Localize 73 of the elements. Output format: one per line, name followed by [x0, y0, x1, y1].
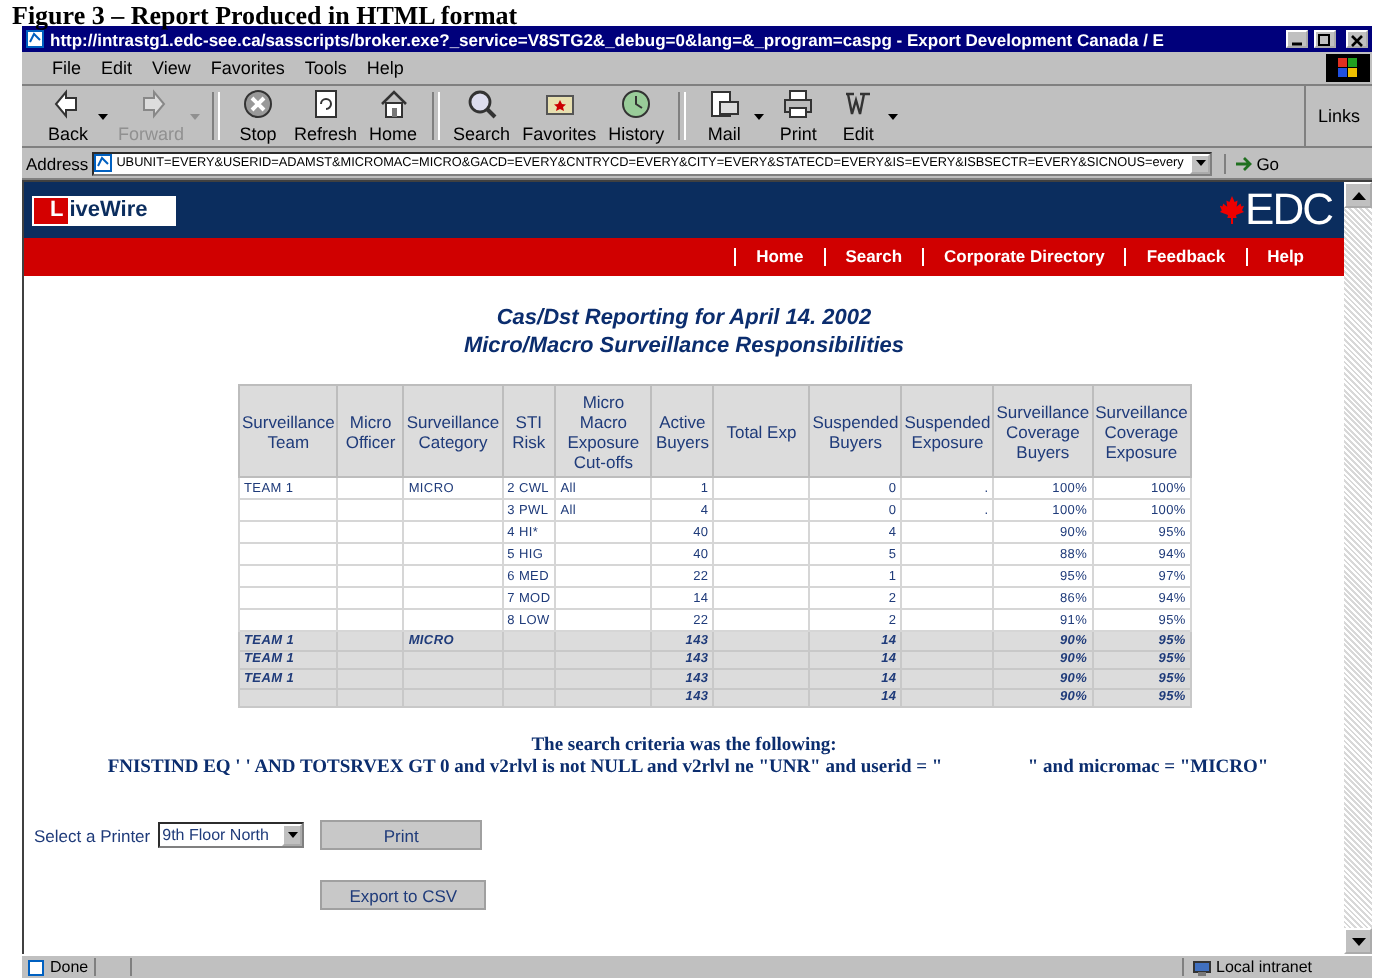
maple-leaf-icon	[1219, 196, 1244, 224]
close-icon	[1348, 31, 1366, 47]
column-header: Micro Macro Exposure Cut-offs	[555, 385, 652, 477]
nav-link[interactable]: Corporate Directory	[922, 248, 1125, 266]
column-header: Surveillance Coverage Exposure	[1092, 385, 1191, 477]
column-header: Surveillance Coverage Buyers	[993, 385, 1093, 477]
toolbar-button[interactable]: Favorites	[516, 88, 603, 144]
report-title: Cas/Dst Reporting for April 14. 2002	[496, 306, 872, 330]
arrow-icon	[1234, 155, 1253, 171]
menu-item[interactable]: Tools	[294, 58, 357, 78]
column-header: Surveillance Category	[403, 385, 503, 477]
menu-item[interactable]: Help	[356, 58, 414, 78]
window-title: http://intrastg1.edc-see.ca/sasscripts/broker.exe?_service=V8STG2&_debug=0&lang=&_program=caspg - Export Development Canada / E	[50, 29, 1166, 49]
nav-link[interactable]: Help	[1245, 248, 1324, 266]
printer-label: Select a Printer	[34, 825, 151, 845]
toolbar-button[interactable]: Edit	[828, 88, 889, 144]
network-icon	[1192, 959, 1212, 975]
nav-link[interactable]: Home	[734, 248, 824, 266]
column-header: Suspended Exposure	[901, 385, 994, 477]
report-subtitle: Micro/Macro Surveillance Responsibilities	[463, 334, 905, 358]
criteria-text: FNISTIND EQ ' ' AND TOTSRVEX GT 0 and v2rlvl is not NULL and v2rlvl ne "UNR" and userid = " " and micromac = "MICRO"	[107, 758, 1269, 780]
toolbar-button[interactable]: History	[602, 88, 671, 144]
windows-logo-icon	[1326, 54, 1370, 82]
page-icon	[26, 30, 44, 48]
menu-item[interactable]: View	[142, 58, 201, 78]
nav-link[interactable]: Feedback	[1124, 248, 1246, 266]
go-button[interactable]: Go	[1224, 153, 1288, 173]
toolbar-button[interactable]: Refresh	[288, 88, 364, 144]
dropdown-arrow-icon	[1195, 160, 1206, 166]
minimize-button[interactable]	[1286, 30, 1308, 48]
toolbar-button[interactable]: Print	[768, 88, 829, 144]
column-header: STI Risk	[502, 385, 556, 477]
menu-item[interactable]: Edit	[91, 58, 143, 78]
refresh-icon	[309, 88, 342, 120]
toolbar-button[interactable]: Home	[363, 88, 424, 144]
address-label: Address	[26, 153, 89, 173]
nav-link[interactable]: Search	[823, 248, 923, 266]
status-text: Done	[50, 958, 89, 976]
column-header: Suspended Buyers	[809, 385, 902, 477]
scrollbar[interactable]	[1344, 182, 1372, 954]
toolbar-button[interactable]: Search	[447, 88, 517, 144]
menu-item[interactable]: Favorites	[200, 58, 295, 78]
column-header: Surveillance Team	[239, 385, 338, 477]
maximize-icon	[1316, 31, 1334, 47]
column-header: Micro Officer	[337, 385, 404, 477]
brand-logo: EDC	[1245, 188, 1332, 232]
search-icon	[465, 88, 498, 120]
dropdown-button[interactable]	[1190, 153, 1211, 173]
maximize-button[interactable]	[1314, 30, 1336, 48]
dropdown-arrow-icon[interactable]	[888, 113, 899, 119]
close-button[interactable]	[1346, 30, 1368, 48]
menu-item[interactable]: File	[42, 58, 92, 78]
toolbar-button[interactable]: Back	[38, 88, 98, 144]
dropdown-arrow-icon[interactable]	[98, 113, 108, 119]
up-arrow-icon[interactable]	[1351, 191, 1365, 199]
figure-caption: Figure 3 – Report Produced in HTML format	[12, 0, 518, 30]
page-icon	[94, 154, 113, 172]
dropdown-arrow-icon[interactable]	[754, 113, 765, 119]
history-icon	[620, 88, 653, 120]
export-button[interactable]: Export to CSV	[320, 880, 487, 910]
livewire-logo[interactable]: L iveWire	[32, 195, 176, 225]
column-header: Active Buyers	[651, 385, 714, 477]
toolbar-button[interactable]: Mail	[694, 88, 755, 144]
stop-icon	[242, 88, 275, 120]
zone-text: Local intranet	[1216, 958, 1313, 976]
dropdown-arrow-icon	[287, 832, 298, 838]
toolbar-button[interactable]: Stop	[228, 88, 289, 144]
print-button[interactable]: Print	[320, 820, 483, 850]
links-button[interactable]: Links	[1303, 86, 1372, 146]
printer-select[interactable]: 9th Floor North	[158, 822, 305, 848]
column-header: Total Exp	[713, 385, 810, 477]
criteria-heading: The search criteria was the following:	[531, 736, 837, 758]
down-arrow-icon[interactable]	[1351, 937, 1365, 945]
